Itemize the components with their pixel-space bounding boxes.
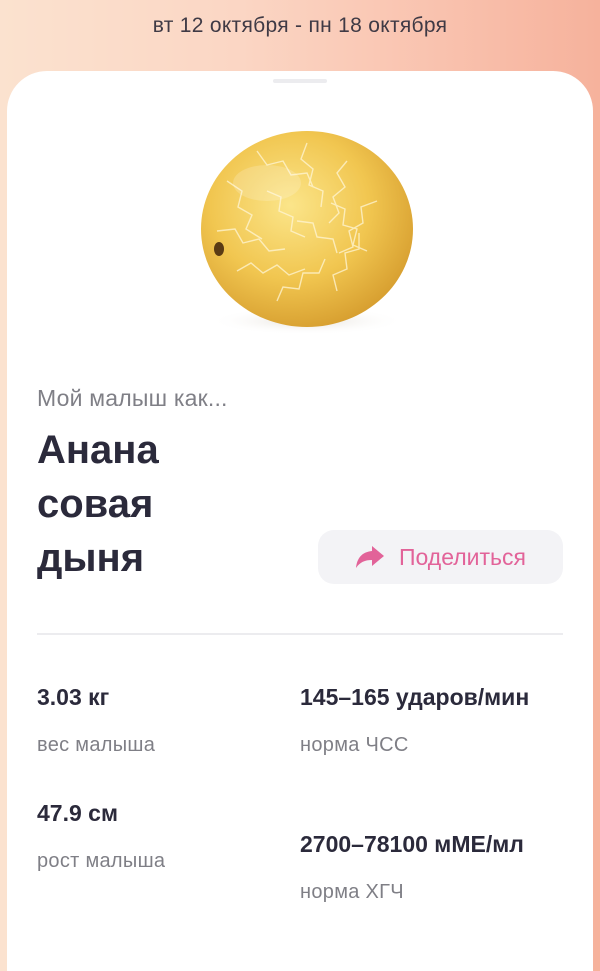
share-button-label: Поделиться [398, 543, 526, 570]
stat-baby-weight: 3.03 кг вес малыша [37, 681, 155, 757]
drag-handle[interactable] [273, 79, 327, 83]
stat-hcg-value: 2700–78100 мМЕ/мл [300, 831, 524, 857]
stat-hcg-label: норма ХГЧ [300, 881, 404, 903]
fruit-size-card: Мой малыш как... Анана совая дыня Подели… [7, 71, 593, 971]
stat-heart-rate-value: 145–165 ударов/мин [300, 684, 530, 710]
stat-baby-weight-value: 3.03 кг [37, 684, 110, 710]
share-arrow-icon [355, 545, 385, 569]
stat-heart-rate-label: норма ЧСС [300, 734, 409, 756]
melon-image [157, 121, 447, 351]
stat-baby-height-value: 47.9 см [37, 800, 118, 826]
stat-baby-height: 47.9 см рост малыша [37, 797, 165, 873]
stat-hcg: 2700–78100 мМЕ/мл норма ХГЧ [300, 828, 560, 904]
lead-text: Мой малыш как... [37, 385, 228, 411]
week-date-range: вт 12 октября - пн 18 октября [152, 14, 448, 37]
stat-heart-rate: 145–165 ударов/мин норма ЧСС [300, 681, 560, 757]
share-button[interactable]: Поделиться [318, 530, 563, 584]
divider [37, 633, 563, 635]
stat-baby-weight-label: вес малыша [37, 734, 156, 756]
stat-baby-height-label: рост малыша [37, 850, 166, 872]
fruit-name-title: Анана совая дыня [37, 428, 159, 580]
